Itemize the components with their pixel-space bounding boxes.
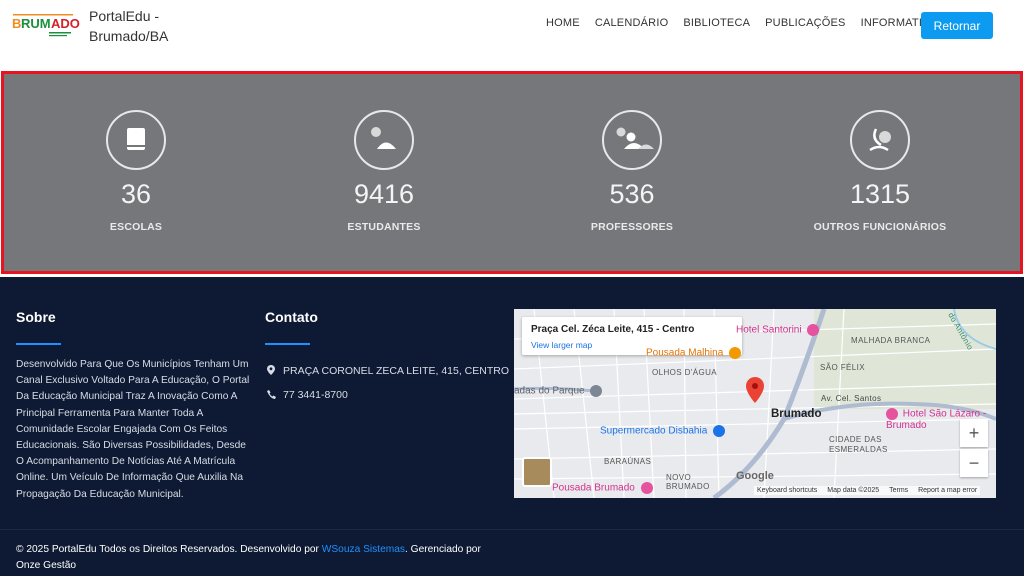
- view-larger-map-link[interactable]: View larger map: [531, 340, 592, 350]
- map-place-title: Praça Cel. Zéca Leite, 415 - Centro: [531, 324, 695, 335]
- poi-label: Pousada Malhina: [646, 347, 724, 359]
- main-nav: HOME CALENDÁRIO BIBLIOTECA PUBLICAÇÕES I…: [546, 17, 961, 29]
- stat-value: 1315: [849, 179, 911, 209]
- park-icon: [590, 385, 603, 397]
- map-label-olhos: OLHOS D'ÁGUA: [652, 368, 718, 377]
- nav-home[interactable]: HOME: [546, 17, 580, 29]
- nav-calendario[interactable]: CALENDÁRIO: [595, 17, 669, 29]
- stat-label: ESCOLAS: [109, 221, 163, 233]
- contact-title: Contato: [265, 309, 318, 325]
- poi-hotel-santorini[interactable]: Hotel Santorini: [736, 324, 820, 336]
- stat-value: 9416: [353, 179, 415, 209]
- developer-link[interactable]: WSouza Sistemas: [322, 544, 405, 555]
- stat-label: OUTROS FUNCIONÁRIOS: [813, 221, 947, 233]
- poi-label: adas do Parque: [514, 385, 585, 397]
- copyright-text: © 2025 PortalEdu Todos os Direitos Reser…: [16, 544, 322, 555]
- poi-label: Supermercado Disbahia: [600, 425, 708, 437]
- map-pin-icon: [265, 365, 277, 377]
- site-header: B RUM ADO PortalEdu - Brumado/BA HOME CA…: [0, 0, 1024, 70]
- map-label-baraunas: BARAÚNAS: [604, 457, 652, 466]
- phone-icon: [265, 389, 277, 401]
- zoom-in-button[interactable]: +: [960, 419, 988, 447]
- map-label-av-santos: Av. Cel. Santos: [821, 394, 882, 403]
- zoom-out-button[interactable]: −: [960, 449, 988, 477]
- satellite-toggle-thumbnail[interactable]: [522, 457, 552, 487]
- brumado-logo[interactable]: B RUM ADO: [11, 12, 81, 38]
- svg-text:B: B: [12, 16, 21, 31]
- hotel-icon: [640, 482, 653, 494]
- map-data: Map data ©2025: [827, 487, 880, 494]
- site-brand[interactable]: PortalEdu - Brumado/BA: [89, 6, 199, 46]
- map-label-cidade-esmeraldas: CIDADE DAS ESMERALDAS: [829, 435, 888, 454]
- about-title: Sobre: [16, 309, 56, 325]
- map-label-brumado: Brumado: [771, 408, 822, 420]
- poi-parque[interactable]: adas do Parque: [514, 385, 603, 397]
- poi-pousada-malhina[interactable]: Pousada Malhina: [646, 347, 742, 359]
- poi-label: Pousada Brumado: [552, 482, 635, 494]
- stat-label: ESTUDANTES: [347, 221, 421, 233]
- google-logo: Google: [736, 470, 774, 482]
- poi-supermercado[interactable]: Supermercado Disbahia: [600, 425, 726, 437]
- map-label-malhada: MALHADA BRANCA: [851, 336, 931, 345]
- site-footer: Sobre Desenvolvido Para Que Os Município…: [0, 277, 1024, 576]
- svg-text:ADO: ADO: [51, 16, 80, 31]
- stat-escolas: 36 ESCOLAS: [46, 110, 226, 233]
- nav-publicacoes[interactable]: PUBLICAÇÕES: [765, 17, 845, 29]
- contact-address: PRAÇA CORONEL ZECA LEITE, 415, CENTRO: [265, 365, 509, 377]
- nav-biblioteca[interactable]: BIBLIOTECA: [683, 17, 750, 29]
- stat-professores: 536 PROFESSORES: [542, 110, 722, 233]
- stat-label: PROFESSORES: [590, 221, 674, 233]
- poi-pousada-brumado[interactable]: Pousada Brumado: [552, 482, 653, 494]
- stat-value: 536: [609, 179, 655, 209]
- copyright: © 2025 PortalEdu Todos os Direitos Reser…: [16, 542, 506, 574]
- map-label-novo-brumado: NOVO BRUMADO: [666, 473, 710, 491]
- map-attribution: Keyboard shortcuts Map data ©2025 Terms …: [754, 486, 981, 495]
- location-pin-icon[interactable]: [746, 377, 764, 408]
- terms-link[interactable]: Terms: [889, 487, 908, 494]
- back-button[interactable]: Retornar: [921, 12, 993, 39]
- contact-underline: [265, 343, 310, 345]
- keyboard-shortcuts-link[interactable]: Keyboard shortcuts: [757, 487, 817, 494]
- stat-outros: 1315 OUTROS FUNCIONÁRIOS: [790, 110, 970, 233]
- address-text: PRAÇA CORONEL ZECA LEITE, 415, CENTRO: [283, 365, 510, 377]
- map-label-sao-felix: SÃO FÉLIX: [820, 363, 865, 372]
- staff-icon: [850, 110, 910, 170]
- about-underline: [16, 343, 61, 345]
- stat-value: 36: [120, 179, 152, 209]
- report-error-link[interactable]: Report a map error: [918, 487, 977, 494]
- svg-text:RUM: RUM: [21, 16, 51, 31]
- hotel-icon: [886, 408, 898, 420]
- stat-estudantes: 9416 ESTUDANTES: [294, 110, 474, 233]
- book-icon: [106, 110, 166, 170]
- hotel-icon: [807, 324, 820, 336]
- student-icon: [354, 110, 414, 170]
- about-text: Desenvolvido Para Que Os Municípios Tenh…: [16, 359, 250, 500]
- phone-text[interactable]: 77 3441-8700: [283, 389, 348, 401]
- contact-phone: 77 3441-8700: [265, 389, 348, 401]
- teachers-icon: [602, 110, 662, 170]
- poi-label: Hotel Santorini: [736, 324, 802, 336]
- stats-section: 36 ESCOLAS 9416 ESTUDANTES 536 PROFESSOR…: [1, 71, 1023, 274]
- footer-divider: [0, 529, 1024, 530]
- shopping-cart-icon: [713, 425, 726, 437]
- restaurant-icon: [729, 347, 742, 359]
- location-map[interactable]: Praça Cel. Zéca Leite, 415 - Centro View…: [514, 309, 996, 498]
